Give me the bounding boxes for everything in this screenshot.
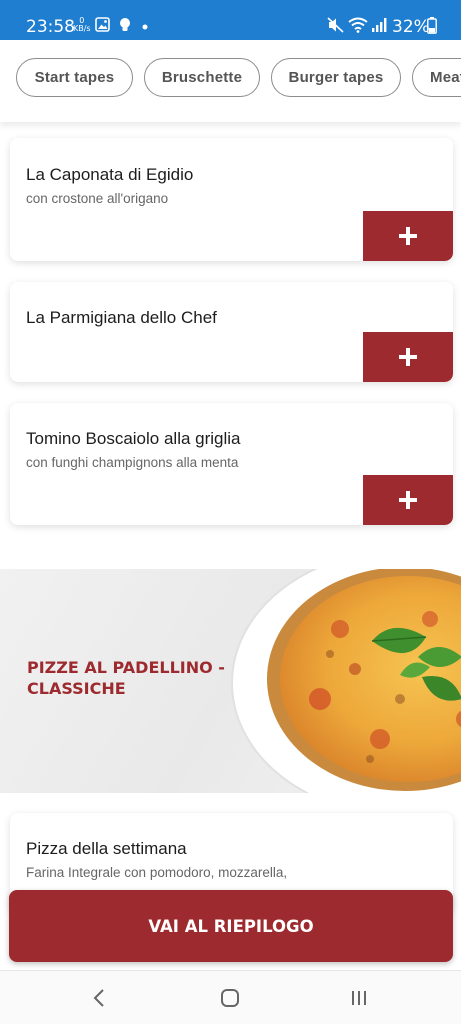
- add-to-cart-button[interactable]: [363, 332, 453, 382]
- product-name: Tomino Boscaiolo alla griglia: [26, 429, 241, 448]
- home-icon[interactable]: [220, 988, 240, 1008]
- signal-icon: [372, 18, 387, 32]
- add-to-cart-button[interactable]: [363, 211, 453, 261]
- product-card[interactable]: La Parmigiana dello Chef: [10, 282, 453, 382]
- chip-bruschette[interactable]: Bruschette: [144, 58, 260, 97]
- product-description: con crostone all'origano: [26, 191, 169, 206]
- plus-icon: [399, 227, 417, 245]
- chip-burger-tapes[interactable]: Burger tapes: [271, 58, 401, 97]
- network-speed: 0 KB/s: [73, 17, 91, 33]
- dot-icon: [142, 24, 148, 30]
- recent-apps-icon[interactable]: [350, 989, 368, 1007]
- plus-icon: [399, 348, 417, 366]
- section-title: PIZZE AL PADELLINO - CLASSICHE: [27, 658, 225, 698]
- product-name: La Parmigiana dello Chef: [26, 308, 217, 327]
- back-icon[interactable]: [92, 988, 106, 1008]
- add-to-cart-button[interactable]: [363, 475, 453, 525]
- chip-meat[interactable]: Meat: [412, 58, 461, 97]
- product-card[interactable]: La Caponata di Egidio con crostone all'o…: [10, 138, 453, 261]
- product-card[interactable]: Tomino Boscaiolo alla griglia con funghi…: [10, 403, 453, 525]
- system-nav-bar: [0, 970, 461, 1024]
- product-description: Farina Integrale con pomodoro, mozzarell…: [26, 865, 288, 880]
- battery-percent: 32%: [392, 17, 430, 37]
- product-name: La Caponata di Egidio: [26, 165, 194, 184]
- category-chips-bar[interactable]: Start tapes Bruschette Burger tapes Meat: [0, 40, 461, 122]
- plus-icon: [399, 491, 417, 509]
- status-time: 23:58: [26, 17, 75, 37]
- battery-icon: [427, 17, 437, 34]
- mute-icon: [327, 17, 344, 33]
- checkout-button[interactable]: VAI AL RIEPILOGO: [9, 890, 453, 962]
- image-icon: [95, 17, 110, 32]
- status-bar: 23:58 0 KB/s 32%: [0, 0, 461, 40]
- chip-start-tapes[interactable]: Start tapes: [16, 58, 133, 97]
- product-name: Pizza della settimana: [26, 839, 187, 858]
- product-description: con funghi champignons alla menta: [26, 455, 239, 470]
- lightbulb-icon: [120, 18, 130, 31]
- pizza-image: [231, 569, 461, 793]
- network-speed-unit: KB/s: [73, 24, 91, 33]
- section-banner: PIZZE AL PADELLINO - CLASSICHE: [0, 569, 461, 793]
- wifi-icon: [348, 17, 368, 33]
